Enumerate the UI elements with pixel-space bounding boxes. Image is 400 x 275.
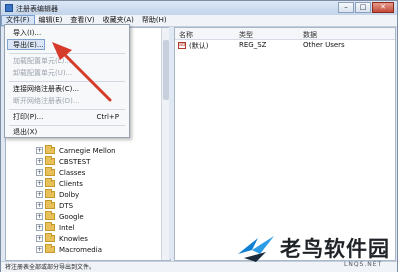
tree-item-label: DTS: [59, 201, 74, 210]
menu-item-label: 退出(X): [13, 128, 38, 136]
menu-item-exit[interactable]: 退出(X): [5, 126, 129, 138]
menu-item-connect-network[interactable]: 连接网络注册表(C)...: [5, 83, 129, 95]
folder-icon: [45, 211, 55, 220]
menu-separator: [9, 81, 125, 82]
folder-icon: [45, 233, 55, 242]
tree-item-label: Dolby: [59, 190, 80, 199]
file-menu-dropdown: 导入(I)... 导出(E)... 加载配置单元(L)... 卸载配置单元(U)…: [4, 24, 130, 138]
expand-icon[interactable]: +: [36, 169, 43, 176]
menu-item-import[interactable]: 导入(I)...: [5, 27, 129, 39]
expand-icon[interactable]: +: [36, 224, 43, 231]
value-type: REG_SZ: [239, 41, 267, 49]
expand-icon[interactable]: +: [36, 213, 43, 220]
folder-icon: [45, 244, 55, 253]
tree-item-label: Intel: [59, 223, 75, 232]
minimize-button[interactable]: –: [338, 2, 354, 13]
column-header-data[interactable]: 数据: [303, 30, 317, 40]
folder-icon: [45, 156, 55, 165]
menu-item-label: 导出(E)...: [13, 41, 44, 49]
menu-item-label: 断开网络注册表(D)...: [13, 97, 80, 105]
tree-item[interactable]: + Google: [36, 211, 84, 222]
tree-item[interactable]: + CBSTEST: [36, 156, 90, 167]
values-header: 名称 类型 数据: [175, 28, 395, 40]
close-button[interactable]: ✕: [372, 2, 394, 13]
folder-icon: [45, 145, 55, 154]
expand-icon[interactable]: +: [36, 180, 43, 187]
tree-item-label: CBSTEST: [59, 157, 91, 166]
tree-item[interactable]: + Classes: [36, 167, 85, 178]
menu-item-shortcut: Ctrl+P: [96, 113, 119, 121]
folder-icon: [45, 200, 55, 209]
tree-item[interactable]: + Carnegie Mellon: [36, 145, 116, 156]
expand-icon[interactable]: +: [36, 147, 43, 154]
expand-icon[interactable]: +: [36, 235, 43, 242]
menu-item-label: 卸载配置单元(U)...: [13, 69, 73, 77]
values-pane[interactable]: 名称 类型 数据 ab (默认) REG_SZ Other Users: [174, 27, 396, 261]
expand-icon[interactable]: +: [36, 246, 43, 253]
folder-icon: [45, 178, 55, 187]
tree-item[interactable]: + DTS: [36, 200, 73, 211]
tree-item-label: Carnegie Mellon: [59, 146, 116, 155]
window-title: 注册表编辑器: [16, 5, 58, 13]
tree-item-label: Clients: [59, 179, 83, 188]
value-row[interactable]: ab (默认) REG_SZ Other Users: [175, 41, 395, 51]
value-name: (默认): [189, 42, 209, 50]
menu-item-label: 加载配置单元(L)...: [13, 57, 72, 65]
value-data: Other Users: [303, 41, 345, 49]
menu-item-label: 打印(P)...: [13, 113, 44, 121]
column-header-type[interactable]: 类型: [239, 30, 253, 40]
menu-item-unload-hive[interactable]: 卸载配置单元(U)...: [5, 67, 129, 79]
menu-item-load-hive[interactable]: 加载配置单元(L)...: [5, 55, 129, 67]
expand-icon[interactable]: +: [36, 158, 43, 165]
menu-item-label: 导入(I)...: [13, 29, 42, 37]
title-bar: 注册表编辑器 – □ ✕: [1, 1, 397, 15]
folder-icon: [45, 167, 55, 176]
menu-separator: [9, 109, 125, 110]
tree-item-label: Google: [59, 212, 84, 221]
site-watermark: 老鸟软件园 LNQS.NET: [232, 228, 398, 274]
tree-item[interactable]: + Clients: [36, 178, 83, 189]
tree-item[interactable]: + Dolby: [36, 189, 79, 200]
tree-item-label: Macromedia: [59, 245, 102, 254]
tree-item-label: Classes: [59, 168, 86, 177]
tree-item-label: Knowles: [59, 234, 88, 243]
tree-item[interactable]: + Knowles: [36, 233, 88, 244]
folder-icon: [45, 189, 55, 198]
expand-icon[interactable]: +: [36, 191, 43, 198]
tree-item[interactable]: + Intel: [36, 222, 75, 233]
expand-icon[interactable]: +: [36, 202, 43, 209]
menu-separator: [9, 53, 125, 54]
window-controls: – □ ✕: [337, 2, 394, 13]
menu-item-print[interactable]: 打印(P)... Ctrl+P: [5, 111, 129, 123]
menu-item-disconnect-network[interactable]: 断开网络注册表(D)...: [5, 95, 129, 107]
watermark-name: 老鸟软件园: [280, 237, 390, 261]
bird-logo-icon: [238, 236, 274, 262]
folder-icon: [45, 222, 55, 231]
string-value-icon: ab: [178, 42, 186, 49]
tree-item[interactable]: + Macromedia: [36, 244, 102, 255]
menu-item-label: 连接网络注册表(C)...: [13, 85, 80, 93]
menu-help[interactable]: 帮助(H): [138, 15, 171, 26]
menu-item-export[interactable]: 导出(E)...: [5, 39, 129, 51]
regedit-app-icon: [5, 4, 13, 12]
watermark-url: LNQS.NET: [344, 261, 383, 268]
maximize-button[interactable]: □: [355, 2, 371, 13]
column-header-name[interactable]: 名称: [179, 30, 193, 40]
